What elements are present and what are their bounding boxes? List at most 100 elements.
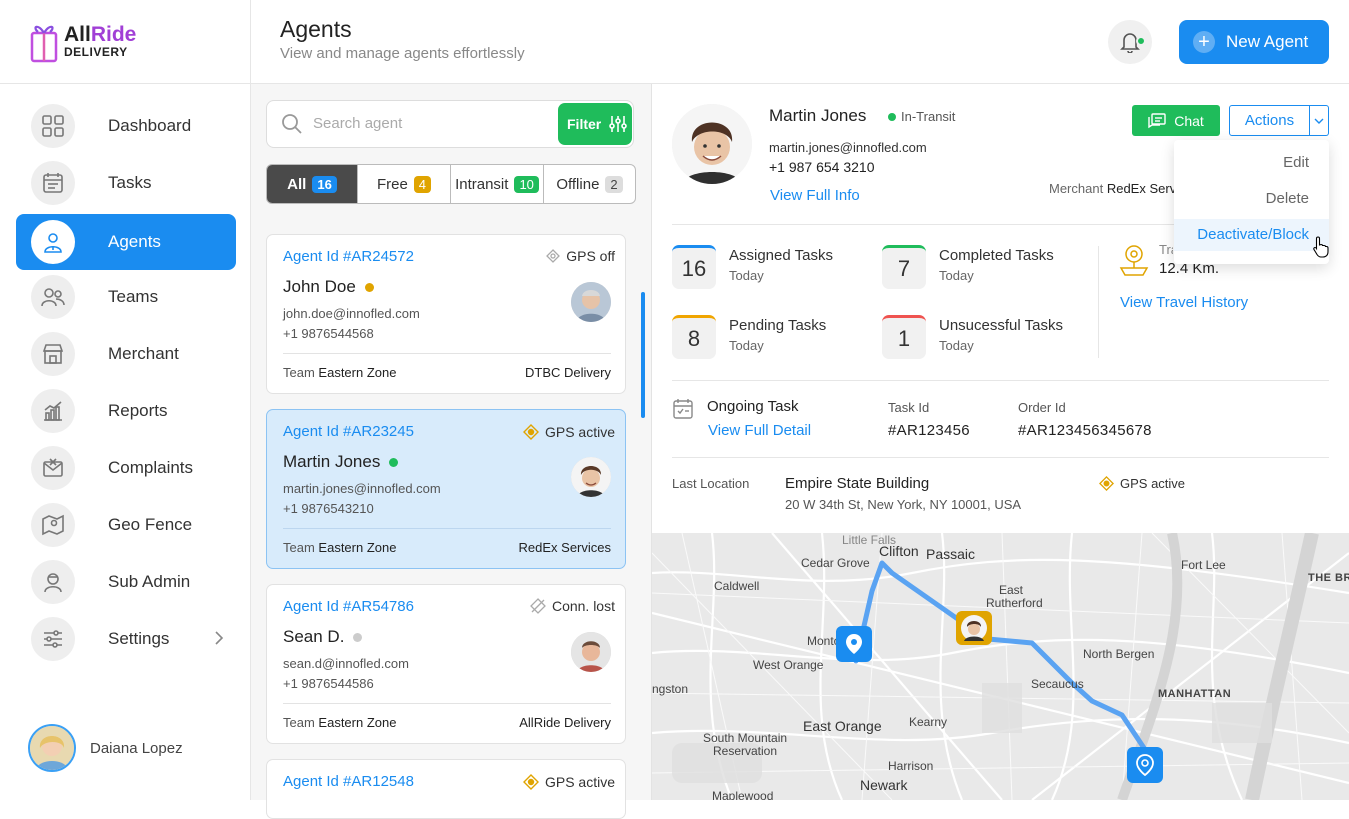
- chart-icon: [31, 389, 75, 433]
- agent-id: Agent Id #AR54786: [283, 598, 414, 615]
- gps-label: GPS active: [1120, 476, 1186, 491]
- chevron-right-icon: [215, 631, 224, 645]
- sidebar-item-settings[interactable]: Settings: [16, 611, 236, 667]
- map-label: THE BRO: [1308, 572, 1349, 584]
- team-name: Eastern Zone: [318, 715, 397, 730]
- actions-button[interactable]: Actions: [1229, 105, 1310, 136]
- sidebar-item-agents[interactable]: Agents: [16, 214, 236, 270]
- agent-card[interactable]: Agent Id #AR12548 GPS active: [266, 759, 626, 819]
- map-label: Maplewood: [712, 789, 774, 800]
- team-name: Eastern Zone: [318, 365, 397, 380]
- agent-card-selected[interactable]: Agent Id #AR23245 GPS active Martin Jone…: [266, 409, 626, 569]
- map-label: West Orange: [753, 658, 824, 672]
- order-id-label: Order Id: [1018, 400, 1066, 415]
- origin-marker[interactable]: [836, 626, 872, 662]
- connection-lost-icon: [530, 598, 546, 614]
- agent-email: martin.jones@innofled.com: [283, 481, 441, 496]
- admin-icon: [31, 560, 75, 604]
- completed-tasks-label: Completed Tasks: [939, 247, 1054, 264]
- merchant-label: Merchant: [1049, 181, 1104, 196]
- gps-active-icon: [522, 774, 539, 790]
- menu-item-deactivate-block[interactable]: Deactivate/Block: [1174, 219, 1329, 251]
- agent-card[interactable]: Agent Id #AR24572 GPS off John Doe john.…: [266, 234, 626, 394]
- agent-location-marker[interactable]: [956, 611, 992, 645]
- agent-team: Team Eastern Zone: [283, 715, 396, 730]
- current-user[interactable]: Daiana Lopez: [28, 724, 183, 772]
- notification-button[interactable]: [1108, 20, 1152, 64]
- view-full-detail-link[interactable]: View Full Detail: [708, 422, 811, 439]
- location-gps-status: GPS active: [1099, 476, 1185, 491]
- menu-item-edit[interactable]: Edit: [1283, 154, 1309, 171]
- agent-avatar-marker: [961, 615, 987, 641]
- plus-icon: +: [1193, 31, 1215, 53]
- tab-intransit[interactable]: Intransit 10: [451, 165, 544, 203]
- status-text: In-Transit: [901, 109, 956, 124]
- view-travel-history-link[interactable]: View Travel History: [1120, 294, 1248, 311]
- view-full-info-link[interactable]: View Full Info: [770, 187, 860, 204]
- agent-name: Martin Jones: [283, 452, 399, 472]
- vertical-divider: [1098, 246, 1099, 358]
- card-divider: [283, 353, 611, 354]
- chat-button[interactable]: Chat: [1132, 105, 1220, 136]
- gps-active-icon: [1099, 476, 1114, 491]
- sidebar-item-teams[interactable]: Teams: [16, 269, 236, 325]
- tab-label: All: [287, 175, 307, 193]
- hand-cursor-icon: [1313, 236, 1329, 258]
- sidebar-item-geo-fence[interactable]: Geo Fence: [16, 497, 236, 553]
- gps-active-icon: [522, 424, 539, 440]
- actions-dropdown-toggle[interactable]: [1310, 105, 1329, 136]
- route-map[interactable]: Little Falls Clifton Passaic Cedar Grove…: [652, 533, 1349, 800]
- map-pin-icon: [1136, 754, 1154, 776]
- travel-distance-icon: [1119, 245, 1149, 276]
- tab-offline[interactable]: Offline 2: [544, 165, 635, 203]
- sidebar-item-complaints[interactable]: Complaints: [16, 440, 236, 496]
- tab-all[interactable]: All 16: [267, 165, 358, 203]
- agent-name-text: John Doe: [283, 277, 356, 296]
- sidebar-item-label: Merchant: [108, 344, 179, 363]
- sidebar-item-dashboard[interactable]: Dashboard: [16, 98, 236, 154]
- map-label: Newark: [860, 777, 908, 793]
- status-tabs: All 16 Free 4 Intransit 10 Offline 2: [266, 164, 636, 204]
- agent-card[interactable]: Agent Id #AR54786 Conn. lost Sean D. sea…: [266, 584, 626, 744]
- team-prefix: Team: [283, 540, 315, 555]
- sidebar-item-merchant[interactable]: Merchant: [16, 326, 236, 382]
- sidebar-item-tasks[interactable]: Tasks: [16, 155, 236, 211]
- agent-detail-avatar: [672, 104, 752, 184]
- gps-label: GPS active: [544, 774, 615, 790]
- unsuccessful-tasks-sub: Today: [939, 338, 974, 353]
- brand-logo[interactable]: AllRide DELIVERY: [28, 18, 136, 66]
- map-label: MANHATTAN: [1158, 688, 1232, 700]
- assigned-tasks-label: Assigned Tasks: [729, 247, 833, 264]
- sidebar-item-label: Settings: [108, 629, 170, 648]
- filter-label: Filter: [567, 116, 602, 132]
- menu-item-delete[interactable]: Delete: [1266, 190, 1309, 207]
- page-title: Agents: [280, 16, 352, 42]
- last-location-label: Last Location: [672, 476, 750, 491]
- divider: [672, 380, 1329, 381]
- team-prefix: Team: [283, 715, 315, 730]
- chat-label: Chat: [1174, 112, 1204, 129]
- destination-marker[interactable]: [1127, 747, 1163, 783]
- agent-merchant: DTBC Delivery: [525, 365, 611, 380]
- sidebar-item-label: Tasks: [108, 173, 152, 192]
- agent-name-text: Martin Jones: [283, 452, 381, 471]
- sidebar-item-label: Sub Admin: [108, 572, 191, 591]
- agent-id: Agent Id #AR12548: [283, 773, 414, 790]
- pending-tasks-label: Pending Tasks: [729, 317, 827, 334]
- new-agent-label: New Agent: [1226, 32, 1309, 51]
- list-scrollbar[interactable]: [641, 292, 645, 418]
- gps-status: Conn. lost: [530, 598, 615, 614]
- sidebar-item-reports[interactable]: Reports: [16, 383, 236, 439]
- sidebar-item-sub-admin[interactable]: Sub Admin: [16, 554, 236, 610]
- gps-status: GPS active: [522, 774, 615, 790]
- gift-logo-icon: [30, 25, 58, 63]
- assigned-tasks-count: 16: [672, 245, 716, 289]
- map-label: Caldwell: [714, 579, 760, 593]
- tab-free[interactable]: Free 4: [358, 165, 451, 203]
- filter-button[interactable]: Filter: [558, 103, 632, 145]
- sidebar-item-label: Complaints: [108, 458, 194, 477]
- sidebar-item-label: Teams: [108, 287, 159, 306]
- new-agent-button[interactable]: + New Agent: [1179, 20, 1329, 64]
- map-label: Cedar Grove: [801, 556, 870, 570]
- pending-tasks-sub: Today: [729, 338, 764, 353]
